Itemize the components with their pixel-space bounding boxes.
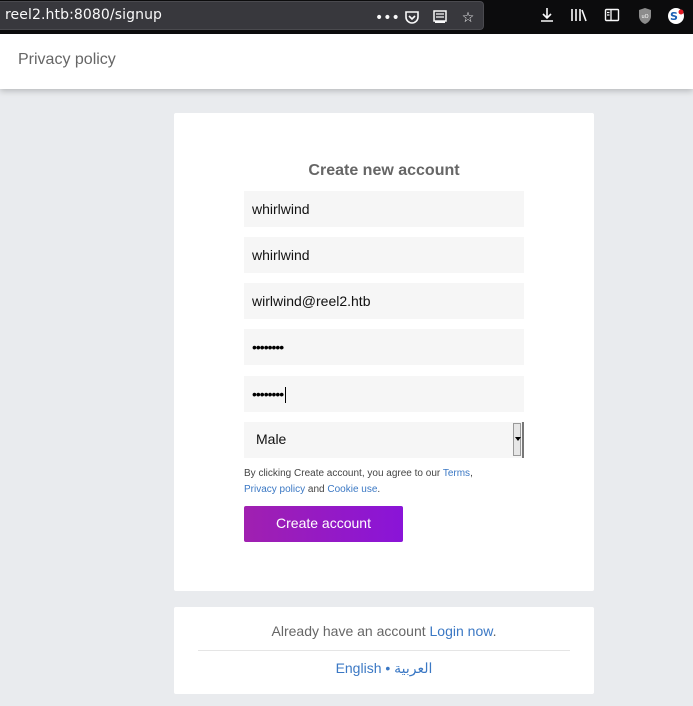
already-period: .: [492, 623, 497, 639]
terms-and: and: [307, 484, 325, 495]
terms-period: .: [377, 484, 381, 495]
password-value: ••••••••: [252, 339, 284, 355]
url-text[interactable]: reel2.htb:8080/signup: [5, 7, 162, 23]
already-have-account: Already have an account Login now.: [174, 623, 594, 639]
terms-prefix: By clicking Create account, you agree to…: [244, 468, 441, 479]
login-card: Already have an account Login now. Engli…: [174, 607, 594, 694]
password-field[interactable]: ••••••••: [244, 329, 524, 365]
lang-arabic-link[interactable]: العربية: [394, 660, 432, 676]
confirm-password-field[interactable]: ••••••••: [244, 376, 524, 412]
cookie-link[interactable]: Cookie use: [327, 484, 377, 495]
star-icon[interactable]: ☆: [459, 9, 477, 27]
download-icon[interactable]: [538, 7, 556, 25]
terms-comma: ,: [470, 468, 473, 479]
extension-icon[interactable]: S: [667, 7, 685, 25]
pocket-icon[interactable]: [403, 9, 421, 27]
already-text: Already have an account: [271, 623, 426, 639]
privacy-link[interactable]: Privacy policy: [244, 484, 305, 495]
gender-selected-value: Male: [256, 431, 287, 447]
divider: [198, 650, 570, 651]
ublock-icon[interactable]: uO: [636, 7, 654, 25]
more-icon[interactable]: •••: [375, 9, 400, 27]
gender-select[interactable]: Male: [244, 422, 524, 458]
login-link[interactable]: Login now: [430, 623, 493, 639]
lang-separator: •: [385, 660, 391, 676]
url-bar[interactable]: reel2.htb:8080/signup ••• ☆: [0, 1, 484, 30]
library-icon[interactable]: [570, 7, 588, 25]
sidebar-icon[interactable]: [603, 7, 621, 25]
terms-link[interactable]: Terms: [443, 468, 470, 479]
create-account-button[interactable]: Create account: [244, 506, 403, 542]
text-caret: [285, 387, 287, 404]
email-field[interactable]: [244, 283, 524, 319]
page-title: Create new account: [308, 162, 460, 179]
last-name-field[interactable]: [244, 237, 524, 273]
browser-toolbar: reel2.htb:8080/signup ••• ☆ uO S: [0, 0, 693, 34]
reader-icon[interactable]: [431, 9, 449, 27]
terms-notice: By clicking Create account, you agree to…: [244, 466, 524, 498]
lang-english-link[interactable]: English: [336, 660, 382, 676]
signup-card: Create new account •••••••• •••••••• Mal…: [174, 113, 594, 591]
privacy-policy-link[interactable]: Privacy policy: [18, 51, 116, 69]
svg-text:S: S: [670, 10, 678, 23]
confirm-password-value: ••••••••: [252, 376, 287, 412]
first-name-field[interactable]: [244, 191, 524, 227]
svg-text:uO: uO: [641, 14, 648, 20]
page-header: Privacy policy: [0, 34, 693, 89]
language-switcher: English • العربية: [174, 660, 594, 677]
chevron-down-icon[interactable]: [513, 423, 521, 456]
